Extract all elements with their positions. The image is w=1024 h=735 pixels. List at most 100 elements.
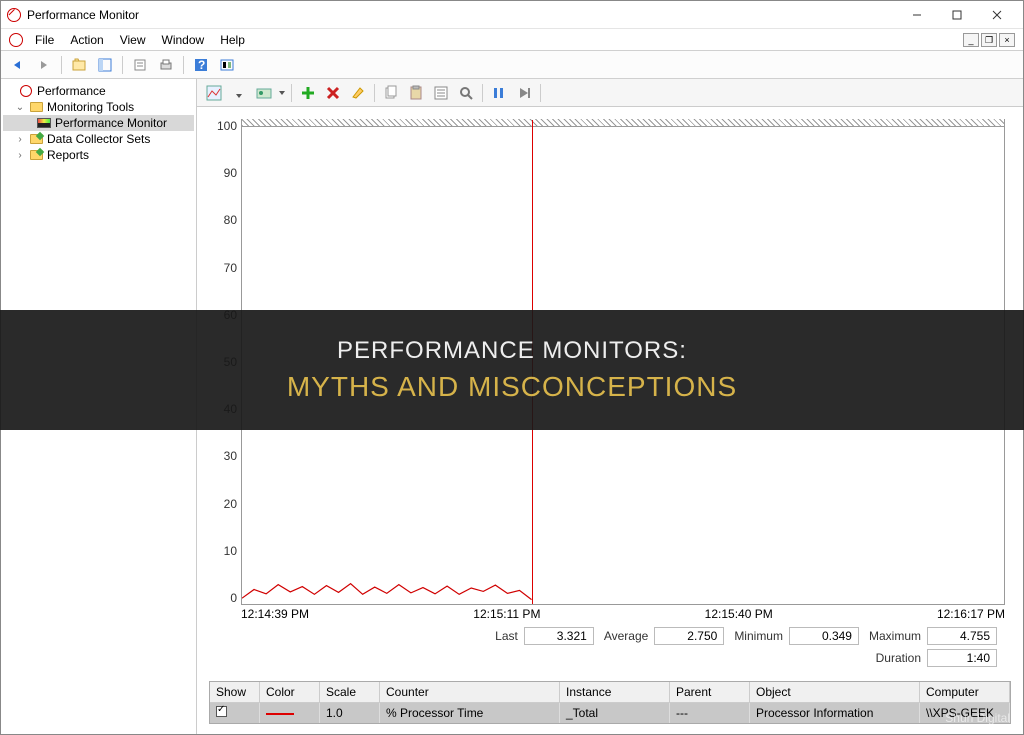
zoom-button[interactable] <box>455 82 477 104</box>
counters-grid[interactable]: Show Color Scale Counter Instance Parent… <box>209 681 1011 724</box>
menu-file[interactable]: File <box>27 31 62 49</box>
col-object[interactable]: Object <box>750 682 920 702</box>
grid-row[interactable]: 1.0 % Processor Time _Total --- Processo… <box>210 703 1010 723</box>
mdi-close-button[interactable]: × <box>999 33 1015 47</box>
stat-value-max: 4.755 <box>927 627 997 645</box>
stat-label-min: Minimum <box>734 629 783 643</box>
menu-view[interactable]: View <box>112 31 154 49</box>
expander-icon[interactable]: › <box>15 134 25 145</box>
stats-panel: Last 3.321 Average 2.750 Minimum 0.349 Maxi… <box>205 621 1005 673</box>
stat-value-dur: 1:40 <box>927 649 997 667</box>
forward-button[interactable] <box>33 54 55 76</box>
col-computer[interactable]: Computer <box>920 682 1010 702</box>
y-tick: 0 <box>205 591 237 605</box>
highlight-button[interactable] <box>347 82 369 104</box>
folder-icon <box>30 102 43 112</box>
close-button[interactable] <box>977 3 1017 27</box>
show-hide-tree-button[interactable] <box>68 54 90 76</box>
tree-monitoring-tools[interactable]: ⌄ Monitoring Tools <box>3 99 194 115</box>
paste-button[interactable] <box>405 82 427 104</box>
stat-label-avg: Average <box>604 629 648 643</box>
properties-button[interactable] <box>129 54 151 76</box>
toolbar-separator <box>291 84 292 102</box>
y-tick: 90 <box>205 166 237 180</box>
maximize-button[interactable] <box>937 3 977 27</box>
svg-text:?: ? <box>198 58 205 72</box>
tree-reports[interactable]: › Reports <box>3 147 194 163</box>
x-axis: 12:14:39 PM12:15:11 PM12:15:40 PM12:16:1… <box>205 605 1005 621</box>
perf-root-icon <box>20 85 32 97</box>
properties-dialog-button[interactable] <box>430 82 452 104</box>
stat-value-avg: 2.750 <box>654 627 724 645</box>
col-instance[interactable]: Instance <box>560 682 670 702</box>
tree-performance-monitor[interactable]: Performance Monitor <box>3 115 194 131</box>
overlay-banner: PERFORMANCE MONITORS: MYTHS AND MISCONCE… <box>0 310 1024 430</box>
overlay-line2: MYTHS AND MISCONCEPTIONS <box>287 371 737 403</box>
display-type-button[interactable] <box>253 82 275 104</box>
freeze-button[interactable] <box>488 82 510 104</box>
graph-toolbar <box>197 79 1023 107</box>
chevron-down-icon[interactable] <box>278 85 286 101</box>
col-counter[interactable]: Counter <box>380 682 560 702</box>
titlebar: Performance Monitor <box>1 1 1023 29</box>
view-type-button[interactable] <box>203 82 225 104</box>
menu-help[interactable]: Help <box>212 31 253 49</box>
delete-counter-button[interactable] <box>322 82 344 104</box>
toolbar-separator <box>122 56 123 74</box>
print-button[interactable] <box>155 54 177 76</box>
mmc-icon <box>9 33 23 47</box>
update-button[interactable] <box>513 82 535 104</box>
window-controls <box>897 3 1017 27</box>
col-scale[interactable]: Scale <box>320 682 380 702</box>
stat-label-max: Maximum <box>869 629 921 643</box>
toolbar-separator <box>540 84 541 102</box>
manage-addons-button[interactable] <box>216 54 238 76</box>
cell-object: Processor Information <box>750 703 920 723</box>
tree-root-performance[interactable]: Performance <box>3 83 194 99</box>
properties-layout-button[interactable] <box>94 54 116 76</box>
overlay-line1: PERFORMANCE MONITORS: <box>337 337 687 365</box>
expander-icon[interactable]: ⌄ <box>15 102 25 113</box>
app-icon <box>7 8 21 22</box>
tree-label: Data Collector Sets <box>47 132 150 146</box>
show-checkbox[interactable] <box>216 706 227 717</box>
y-tick: 80 <box>205 213 237 227</box>
help-button[interactable]: ? <box>190 54 212 76</box>
col-color[interactable]: Color <box>260 682 320 702</box>
mdi-minimize-button[interactable]: _ <box>963 33 979 47</box>
watermark: Shun Digital <box>945 711 1010 725</box>
tree-data-collector-sets[interactable]: › Data Collector Sets <box>3 131 194 147</box>
menubar: File Action View Window Help _ ❐ × <box>1 29 1023 51</box>
folder-icon <box>30 134 43 144</box>
window-title: Performance Monitor <box>27 8 897 22</box>
tree-label: Monitoring Tools <box>47 100 134 114</box>
add-counter-button[interactable] <box>297 82 319 104</box>
col-parent[interactable]: Parent <box>670 682 750 702</box>
back-button[interactable] <box>7 54 29 76</box>
cell-parent: --- <box>670 703 750 723</box>
view-dropdown-button[interactable] <box>228 82 250 104</box>
x-tick: 12:14:39 PM <box>241 607 309 621</box>
toolbar-separator <box>183 56 184 74</box>
stat-value-last: 3.321 <box>524 627 594 645</box>
stat-label-last: Last <box>495 629 518 643</box>
grid-header-row: Show Color Scale Counter Instance Parent… <box>210 682 1010 703</box>
color-swatch <box>266 713 294 715</box>
mdi-restore-button[interactable]: ❐ <box>981 33 997 47</box>
copy-button[interactable] <box>380 82 402 104</box>
x-tick: 12:15:40 PM <box>705 607 773 621</box>
toolbar-separator <box>482 84 483 102</box>
cell-scale: 1.0 <box>320 703 380 723</box>
tree-label: Performance <box>37 84 106 98</box>
folder-icon <box>30 150 43 160</box>
minimize-button[interactable] <box>897 3 937 27</box>
monitor-icon <box>37 118 51 128</box>
stat-value-min: 0.349 <box>789 627 859 645</box>
x-tick: 12:16:17 PM <box>937 607 1005 621</box>
expander-icon[interactable]: › <box>15 150 25 161</box>
menu-window[interactable]: Window <box>154 31 213 49</box>
col-show[interactable]: Show <box>210 682 260 702</box>
y-tick: 10 <box>205 544 237 558</box>
tree-label: Performance Monitor <box>55 116 167 130</box>
menu-action[interactable]: Action <box>62 31 111 49</box>
